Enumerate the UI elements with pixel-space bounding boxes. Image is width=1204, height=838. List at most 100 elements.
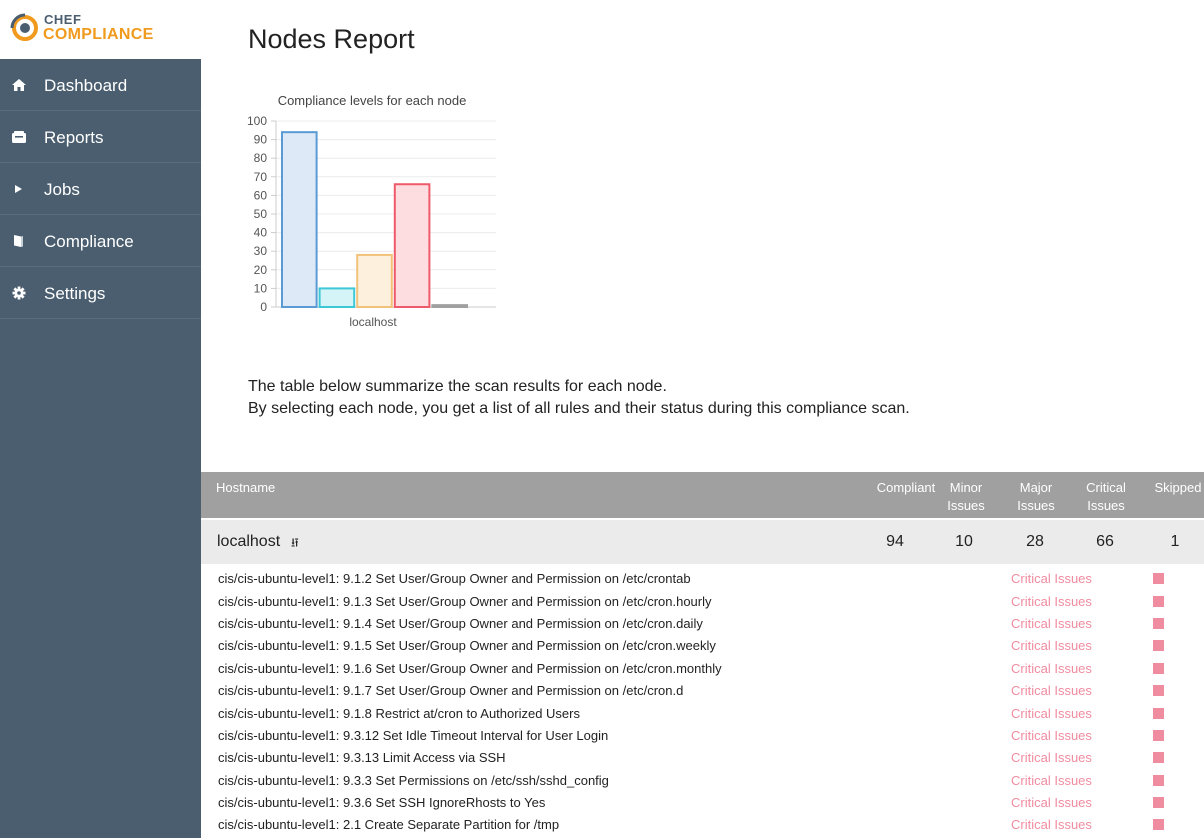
sidebar-item-label: Jobs [44,180,80,199]
col-header-critical-issues[interactable]: Critical Issues [1079,479,1133,515]
sidebar: CHEF COMPLIANCE Dashboard Reports Jobs C… [0,0,201,838]
critical-status-marker [1153,663,1164,674]
inbox-icon [12,131,26,143]
col-header-line: Major [1019,480,1053,495]
rule-status: Critical Issues [1011,683,1092,698]
rule-name: cis/cis-ubuntu-level1: 9.1.8 Restrict at… [218,706,580,721]
rule-status: Critical Issues [1011,571,1092,586]
rule-status: Critical Issues [1011,661,1092,676]
rule-row[interactable]: cis/cis-ubuntu-level1: 9.3.6 Set SSH Ign… [201,791,1204,813]
page-title: Nodes Report [248,24,415,54]
rule-row[interactable]: cis/cis-ubuntu-level1: 9.3.3 Set Permiss… [201,769,1204,791]
node-row-localhost[interactable]: localhost ⭿ 94 10 28 66 1 [201,520,1204,564]
chart-x-tick-label: localhost [349,315,397,329]
chart-y-tick-label: 100 [247,114,267,128]
rule-name: cis/cis-ubuntu-level1: 9.3.6 Set SSH Ign… [218,795,546,810]
node-skipped-count: 1 [1170,533,1180,550]
rule-status: Critical Issues [1011,773,1092,788]
logo-text-compliance: COMPLIANCE [43,26,154,43]
critical-status-marker [1153,618,1164,629]
chart-bar [393,183,431,308]
rule-row[interactable]: cis/cis-ubuntu-level1: 9.1.7 Set User/Gr… [201,679,1204,701]
col-header-major-issues[interactable]: Major Issues [1011,479,1061,515]
critical-status-marker [1153,752,1164,763]
chart-y-tick-label: 50 [254,207,268,221]
rule-row[interactable]: cis/cis-ubuntu-level1: 9.1.2 Set User/Gr… [201,567,1204,589]
logo-text-chef: CHEF [44,12,82,27]
rule-row[interactable]: cis/cis-ubuntu-level1: 9.1.8 Restrict at… [201,702,1204,724]
rule-name: cis/cis-ubuntu-level1: 9.1.6 Set User/Gr… [218,661,722,676]
rule-status: Critical Issues [1011,638,1092,653]
play-icon [15,185,22,193]
rule-status: Critical Issues [1011,795,1092,810]
rule-name: cis/cis-ubuntu-level1: 9.1.5 Set User/Gr… [218,638,716,653]
chart-bar [281,131,318,308]
rule-row[interactable]: cis/cis-ubuntu-level1: 2.1 Create Separa… [201,813,1204,835]
rule-name: cis/cis-ubuntu-level1: 9.3.12 Set Idle T… [218,728,609,743]
rule-row[interactable]: cis/cis-ubuntu-level1: 9.1.4 Set User/Gr… [201,612,1204,634]
sidebar-item-reports[interactable]: Reports [0,111,201,163]
rule-row[interactable]: cis/cis-ubuntu-level1: 9.1.6 Set User/Gr… [201,657,1204,679]
chart-y-tick-label: 20 [254,263,268,277]
node-compliant-count: 94 [886,533,904,550]
chart-y-tick-label: 60 [254,188,268,202]
sidebar-item-label: Settings [44,284,106,303]
rule-name: cis/cis-ubuntu-level1: 9.1.3 Set User/Gr… [218,594,712,609]
chart-bar [318,287,356,308]
sidebar-item-compliance[interactable]: Compliance [0,215,201,267]
col-header-skipped[interactable]: Skipped [1151,479,1204,497]
critical-status-marker [1153,730,1164,741]
sidebar-item-jobs[interactable]: Jobs [0,163,201,215]
col-header-hostname[interactable]: Hostname [216,479,275,497]
sidebar-item-label: Dashboard [44,76,128,95]
critical-status-marker [1153,797,1164,808]
rule-row[interactable]: cis/cis-ubuntu-level1: 9.1.5 Set User/Gr… [201,634,1204,656]
rule-name: cis/cis-ubuntu-level1: 9.3.3 Set Permiss… [218,773,609,788]
home-icon [12,79,26,91]
chef-logo-icon [10,13,38,41]
rule-row[interactable]: cis/cis-ubuntu-level1: 9.3.13 Limit Acce… [201,746,1204,768]
double-chevron-down-icon[interactable]: ⭿ [291,534,299,555]
critical-status-marker [1153,640,1164,651]
critical-status-marker [1153,573,1164,584]
col-header-line: Issues [947,498,985,513]
sidebar-item-settings[interactable]: Settings [0,267,201,319]
col-header-line: Issues [1017,498,1055,513]
book-icon [14,235,23,247]
sidebar-item-dashboard[interactable]: Dashboard [0,59,201,111]
chart-y-tick-label: 0 [260,300,267,314]
node-minor-count: 10 [955,533,973,550]
rule-name: cis/cis-ubuntu-level1: 9.3.13 Limit Acce… [218,750,506,765]
node-major-count: 28 [1026,533,1044,550]
chef-compliance-logo[interactable]: CHEF COMPLIANCE [0,0,201,59]
col-header-line: Critical [1086,480,1126,495]
chart-bar [431,304,468,308]
rule-name: cis/cis-ubuntu-level1: 2.1 Create Separa… [218,817,560,832]
gear-icon [12,286,26,300]
critical-status-marker [1153,819,1164,830]
critical-status-marker [1153,708,1164,719]
col-header-minor-issues[interactable]: Minor Issues [941,479,991,515]
rule-status: Critical Issues [1011,706,1092,721]
chart-y-tick-label: 80 [254,151,268,165]
intro-line-2: By selecting each node, you get a list o… [248,400,910,417]
rule-status: Critical Issues [1011,594,1092,609]
rule-status: Critical Issues [1011,616,1092,631]
critical-status-marker [1153,685,1164,696]
sidebar-item-label: Reports [44,128,104,147]
col-header-compliant[interactable]: Compliant [871,479,941,497]
node-critical-count: 66 [1096,533,1114,550]
chart-y-tick-label: 40 [254,226,268,240]
rule-row[interactable]: cis/cis-ubuntu-level1: 9.1.3 Set User/Gr… [201,590,1204,612]
chart-bar [356,253,393,308]
sidebar-item-label: Compliance [44,232,134,251]
critical-status-marker [1153,596,1164,607]
chart-y-tick-label: 90 [254,133,268,147]
rule-name: cis/cis-ubuntu-level1: 9.1.4 Set User/Gr… [218,616,703,631]
chart-y-tick-label: 10 [254,281,268,295]
rule-row[interactable]: cis/cis-ubuntu-level1: 9.3.12 Set Idle T… [201,724,1204,746]
col-header-line: Issues [1087,498,1125,513]
chart-title: Compliance levels for each node [278,93,467,108]
chart-y-tick-label: 30 [254,244,268,258]
intro-text: The table below summarize the scan resul… [248,376,910,420]
